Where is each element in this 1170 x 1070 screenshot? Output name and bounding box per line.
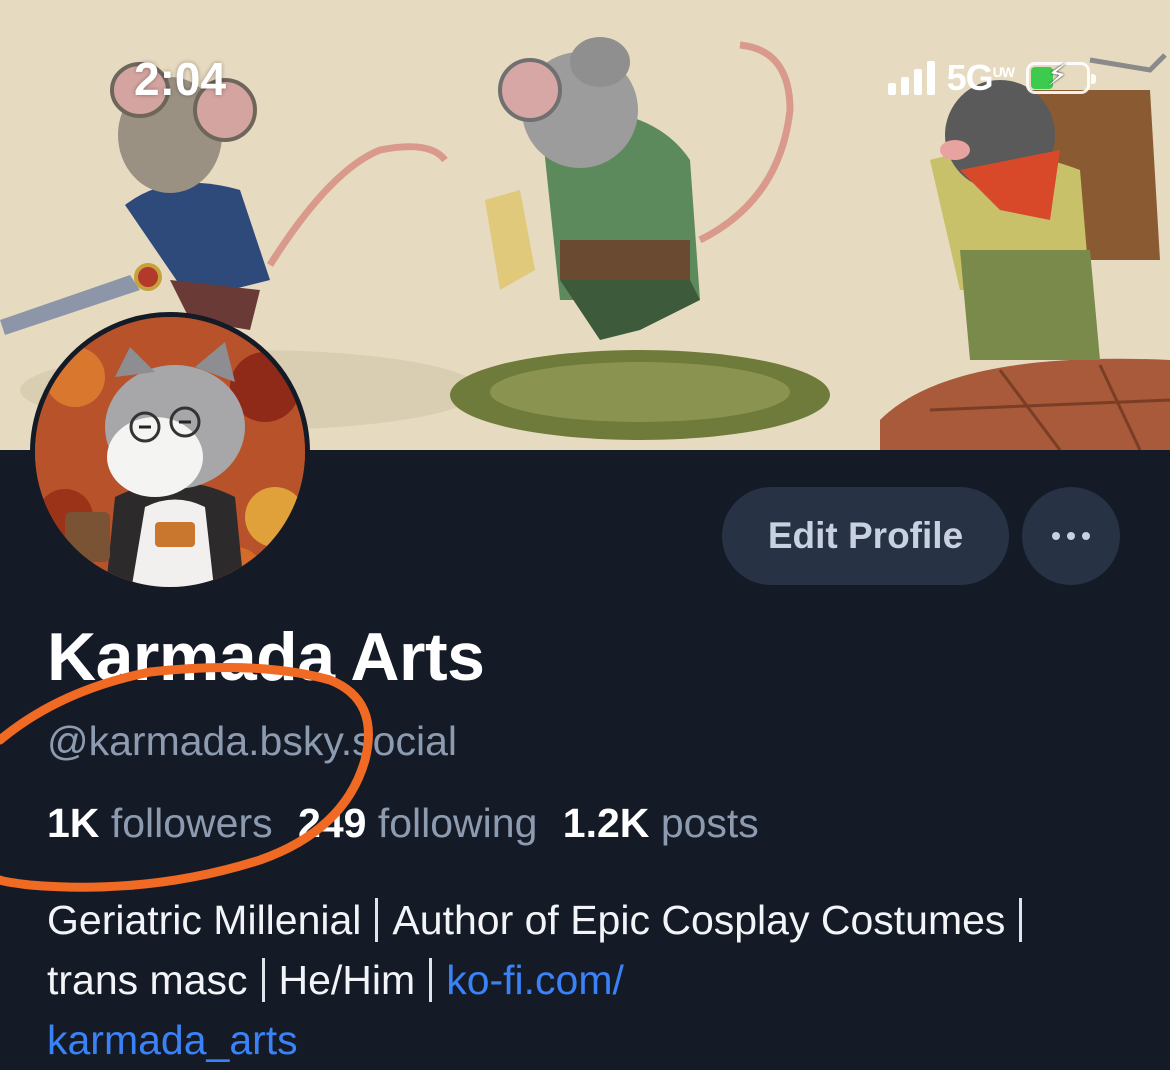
status-icons: 5GUW ⚡ xyxy=(887,56,1096,100)
signal-icon xyxy=(887,61,935,95)
followers-stat[interactable]: 1K followers xyxy=(47,800,273,846)
ellipsis-icon xyxy=(1052,532,1060,540)
status-time: 2:04 xyxy=(134,53,227,105)
avatar[interactable] xyxy=(30,312,310,592)
handle: @karmada.bsky.social xyxy=(47,718,457,764)
posts-stat: 1.2K posts xyxy=(562,800,759,846)
bio-divider xyxy=(429,958,433,1002)
display-name: Karmada Arts xyxy=(47,619,485,695)
bio-divider xyxy=(1019,898,1023,942)
charging-bolt-icon: ⚡ xyxy=(1047,59,1069,92)
avatar-raccoon-image xyxy=(35,317,305,587)
bio-divider xyxy=(375,898,379,942)
more-options-button[interactable] xyxy=(1022,487,1120,585)
profile-bio: Geriatric Millenial Author of Epic Cospla… xyxy=(47,890,1127,1070)
profile-stats: 1K followers 249 following 1.2K posts xyxy=(47,800,773,847)
bio-divider xyxy=(261,958,265,1002)
network-indicator: 5GUW xyxy=(946,57,1015,98)
following-stat[interactable]: 249 following xyxy=(298,800,537,846)
edit-profile-button[interactable]: Edit Profile xyxy=(722,487,1009,585)
battery-icon: ⚡ xyxy=(1026,59,1096,94)
